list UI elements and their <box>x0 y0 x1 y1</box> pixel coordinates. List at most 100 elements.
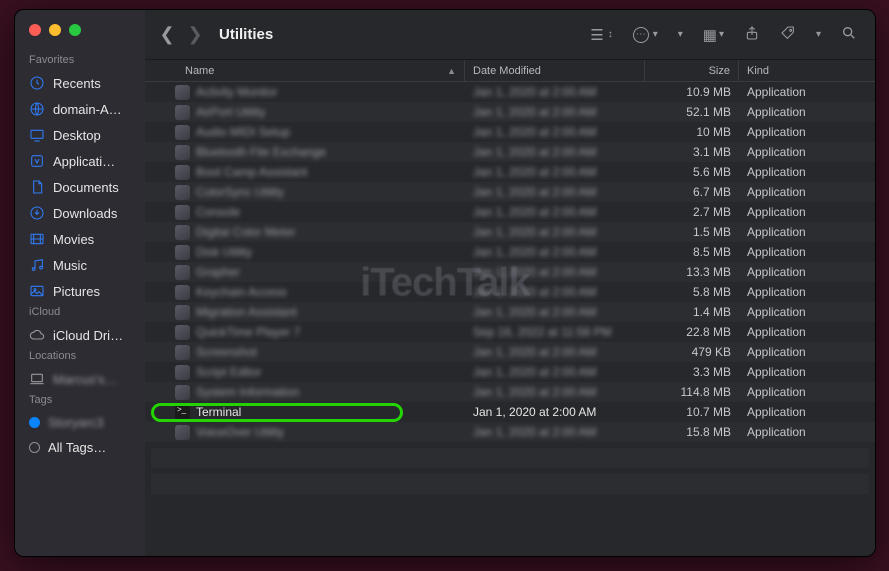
empty-row <box>151 474 869 494</box>
sidebar-item[interactable]: Documents <box>15 174 145 200</box>
file-row[interactable]: ▸AirPort UtilityJan 1, 2020 at 2:00 AM52… <box>145 102 875 122</box>
sidebar-item[interactable]: All Tags… <box>15 435 145 460</box>
sidebar-item[interactable]: Pictures <box>15 278 145 304</box>
file-row[interactable]: ▸GrapherJan 1, 2020 at 2:00 AM13.3 MBApp… <box>145 262 875 282</box>
app-icon <box>175 425 190 440</box>
file-row[interactable]: ▸TerminalJan 1, 2020 at 2:00 AM10.7 MBAp… <box>145 402 875 422</box>
file-size-cell: 10 MB <box>645 125 739 139</box>
desktop-icon <box>29 127 45 143</box>
sidebar-item-label: Storyarc3 <box>48 415 104 430</box>
app-icon <box>175 345 190 360</box>
group-by-button[interactable]: ⋯ ▾ <box>627 23 664 47</box>
list-icon: ☰ <box>590 26 603 44</box>
file-row[interactable]: ▸Digital Color MeterJan 1, 2020 at 2:00 … <box>145 222 875 242</box>
tags-button[interactable] <box>774 21 802 49</box>
file-date-label: Jan 1, 2020 at 2:00 AM <box>473 225 596 239</box>
chevron-updown-icon: ↕ <box>608 29 613 40</box>
file-size-cell: 3.3 MB <box>645 365 739 379</box>
file-date-cell: Sep 16, 2022 at 11:58 PM <box>465 325 645 339</box>
chevron-down-icon: ▾ <box>719 29 724 40</box>
file-name-cell: ▸Bluetooth File Exchange <box>145 145 465 160</box>
sidebar-item-label: domain-A… <box>53 102 122 117</box>
file-kind-cell: Application <box>739 245 875 259</box>
file-size-cell: 22.8 MB <box>645 325 739 339</box>
file-name-cell: ▸Disk Utility <box>145 245 465 260</box>
window-controls <box>15 20 145 52</box>
file-row[interactable]: ▸ScreenshotJan 1, 2020 at 2:00 AM479 KBA… <box>145 342 875 362</box>
file-name-label: Digital Color Meter <box>196 225 295 239</box>
file-row[interactable]: ▸System InformationJan 1, 2020 at 2:00 A… <box>145 382 875 402</box>
sidebar-item-label: Applicati… <box>53 154 115 169</box>
file-name-cell: ▸Boot Camp Assistant <box>145 165 465 180</box>
file-row[interactable]: ▸Keychain AccessJan 1, 2020 at 2:00 AM5.… <box>145 282 875 302</box>
minimize-button[interactable] <box>49 24 61 36</box>
app-icon <box>175 385 190 400</box>
file-date-cell: Jan 1, 2020 at 2:00 AM <box>465 105 645 119</box>
file-kind-cell: Application <box>739 365 875 379</box>
file-row[interactable]: ▸QuickTime Player 7Sep 16, 2022 at 11:58… <box>145 322 875 342</box>
file-date-label: Jan 1, 2020 at 2:00 AM <box>473 205 596 219</box>
ellipsis-circle-icon: ⋯ <box>633 27 649 43</box>
column-size[interactable]: Size <box>645 60 739 81</box>
file-name-label: Grapher <box>196 265 240 279</box>
file-date-cell: Jan 1, 2020 at 2:00 AM <box>465 305 645 319</box>
sidebar-item[interactable]: Downloads <box>15 200 145 226</box>
close-button[interactable] <box>29 24 41 36</box>
sidebar-item-label: Pictures <box>53 284 100 299</box>
file-date-label: Jan 1, 2020 at 2:00 AM <box>473 265 596 279</box>
file-row[interactable]: ▸Activity MonitorJan 1, 2020 at 2:00 AM1… <box>145 82 875 102</box>
sidebar-item[interactable]: Movies <box>15 226 145 252</box>
share-icon <box>744 25 760 45</box>
file-row[interactable]: ▸VoiceOver UtilityJan 1, 2020 at 2:00 AM… <box>145 422 875 442</box>
sidebar-item[interactable]: Storyarc3 <box>15 410 145 435</box>
file-date-cell: Jan 1, 2020 at 2:00 AM <box>465 425 645 439</box>
file-row[interactable]: ▸Disk UtilityJan 1, 2020 at 2:00 AM8.5 M… <box>145 242 875 262</box>
column-header: Name ▲ Date Modified Size Kind <box>145 60 875 82</box>
file-row[interactable]: ▸ColorSync UtilityJan 1, 2020 at 2:00 AM… <box>145 182 875 202</box>
sidebar-item[interactable]: Applicati… <box>15 148 145 174</box>
file-name-label: ColorSync Utility <box>196 185 284 199</box>
sidebar-section-label: Tags <box>15 392 145 410</box>
file-kind-cell: Application <box>739 265 875 279</box>
file-row[interactable]: ▸ConsoleJan 1, 2020 at 2:00 AM2.7 MBAppl… <box>145 202 875 222</box>
sidebar-item[interactable]: Recents <box>15 70 145 96</box>
sidebar-item[interactable]: Marcus's… <box>15 366 145 392</box>
zoom-button[interactable] <box>69 24 81 36</box>
file-row[interactable]: ▸Script EditorJan 1, 2020 at 2:00 AM3.3 … <box>145 362 875 382</box>
sidebar-section-label: iCloud <box>15 304 145 322</box>
file-kind-cell: Application <box>739 165 875 179</box>
forward-button[interactable]: ❯ <box>185 24 205 45</box>
file-date-cell: Jan 1, 2020 at 2:00 AM <box>465 85 645 99</box>
dropdown-button[interactable]: ▾ <box>672 25 689 44</box>
file-row[interactable]: ▸Bluetooth File ExchangeJan 1, 2020 at 2… <box>145 142 875 162</box>
column-kind[interactable]: Kind <box>739 60 875 81</box>
app-icon <box>175 285 190 300</box>
file-name-cell: ▸AirPort Utility <box>145 105 465 120</box>
file-size-cell: 10.7 MB <box>645 405 739 419</box>
file-name-label: Activity Monitor <box>196 85 277 99</box>
file-size-cell: 1.4 MB <box>645 305 739 319</box>
share-button[interactable] <box>738 21 766 49</box>
file-row[interactable]: ▸Audio MIDI SetupJan 1, 2020 at 2:00 AM1… <box>145 122 875 142</box>
file-row[interactable]: ▸Boot Camp AssistantJan 1, 2020 at 2:00 … <box>145 162 875 182</box>
column-date[interactable]: Date Modified <box>465 60 645 81</box>
sidebar-item[interactable]: domain-A… <box>15 96 145 122</box>
sidebar-item[interactable]: iCloud Dri… <box>15 322 145 348</box>
sidebar-item[interactable]: Music <box>15 252 145 278</box>
back-button[interactable]: ❮ <box>157 24 177 45</box>
column-name[interactable]: Name ▲ <box>145 60 465 81</box>
column-kind-label: Kind <box>747 65 769 77</box>
view-list-button[interactable]: ☰ ↕ <box>584 22 618 48</box>
search-button[interactable] <box>835 21 863 49</box>
file-row[interactable]: ▸Migration AssistantJan 1, 2020 at 2:00 … <box>145 302 875 322</box>
chevron-down-icon: ▾ <box>816 29 821 40</box>
icon-view-button[interactable]: ▦ ▾ <box>697 22 730 48</box>
file-name-label: Boot Camp Assistant <box>196 165 307 179</box>
app-icon <box>175 185 190 200</box>
sidebar-item-label: Desktop <box>53 128 101 143</box>
dropdown-button-2[interactable]: ▾ <box>810 25 827 44</box>
file-date-label: Jan 1, 2020 at 2:00 AM <box>473 125 596 139</box>
sidebar-item[interactable]: Desktop <box>15 122 145 148</box>
file-size-cell: 3.1 MB <box>645 145 739 159</box>
file-date-cell: Jan 1, 2020 at 2:00 AM <box>465 385 645 399</box>
